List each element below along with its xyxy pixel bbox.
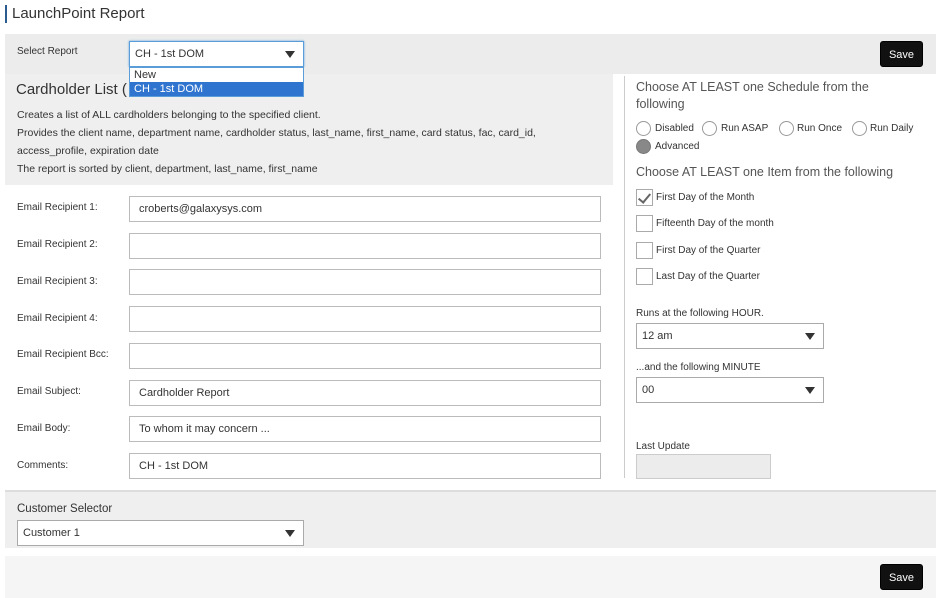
checkbox-first-day-quarter[interactable]	[636, 242, 653, 259]
radio-run-daily[interactable]	[852, 121, 867, 136]
email-recipient-3-input[interactable]	[129, 269, 601, 295]
chevron-down-icon	[805, 333, 815, 340]
email-recipient-1-label: Email Recipient 1:	[17, 202, 98, 213]
radio-advanced-label: Advanced	[655, 141, 700, 152]
radio-run-daily-label: Run Daily	[870, 123, 914, 134]
email-recipient-3-label: Email Recipient 3:	[17, 276, 98, 287]
schedule-heading-line: Choose AT LEAST one Schedule from the	[636, 80, 869, 94]
email-recipient-4-label: Email Recipient 4:	[17, 313, 98, 324]
checkbox-fifteenth-day[interactable]	[636, 215, 653, 232]
email-body-input[interactable]: To whom it may concern ...	[129, 416, 601, 442]
radio-run-once[interactable]	[779, 121, 794, 136]
items-heading: Choose AT LEAST one Item from the follow…	[636, 165, 894, 179]
customer-select[interactable]: Customer 1	[17, 520, 304, 546]
select-report-dropdown[interactable]: CH - 1st DOM	[129, 41, 304, 67]
email-recipient-bcc-input[interactable]	[129, 343, 601, 369]
save-button-top[interactable]: Save	[880, 41, 923, 67]
last-update-field	[636, 454, 771, 479]
chevron-down-icon	[285, 51, 295, 58]
customer-value: Customer 1	[23, 527, 80, 539]
minute-label: ...and the following MINUTE	[636, 362, 761, 373]
report-desc-line: Provides the client name, department nam…	[17, 127, 536, 139]
report-desc-line: Creates a list of ALL cardholders belong…	[17, 109, 321, 121]
schedule-heading-line: following	[636, 97, 685, 111]
footer-bar	[5, 556, 936, 598]
dropdown-option-ch-1st-dom[interactable]: CH - 1st DOM	[130, 82, 303, 96]
checkbox-last-day-quarter-label: Last Day of the Quarter	[656, 271, 760, 282]
last-update-label: Last Update	[636, 441, 690, 452]
select-report-label: Select Report	[17, 46, 78, 57]
minute-value: 00	[642, 384, 655, 396]
checkbox-first-day-month-label: First Day of the Month	[656, 192, 755, 203]
hour-select[interactable]: 12 am	[636, 323, 824, 349]
schedule-heading: Choose AT LEAST one Schedule from the fo…	[636, 79, 869, 113]
email-recipient-2-label: Email Recipient 2:	[17, 239, 98, 250]
chevron-down-icon	[805, 387, 815, 394]
checkbox-first-day-month[interactable]	[636, 189, 653, 206]
minute-select[interactable]: 00	[636, 377, 824, 403]
checkbox-fifteenth-day-label: Fifteenth Day of the month	[656, 218, 774, 229]
email-recipient-1-input[interactable]: croberts@galaxysys.com	[129, 196, 601, 222]
email-recipient-bcc-label: Email Recipient Bcc:	[17, 349, 109, 360]
hour-label: Runs at the following HOUR.	[636, 308, 764, 319]
radio-run-once-label: Run Once	[797, 123, 843, 134]
email-subject-label: Email Subject:	[17, 386, 81, 397]
comments-input[interactable]: CH - 1st DOM	[129, 453, 601, 479]
radio-advanced[interactable]	[636, 139, 651, 154]
email-body-label: Email Body:	[17, 423, 71, 434]
email-subject-input[interactable]: Cardholder Report	[129, 380, 601, 406]
hour-value: 12 am	[642, 330, 673, 342]
select-report-options: New CH - 1st DOM	[129, 67, 304, 97]
save-button-bottom[interactable]: Save	[880, 564, 923, 590]
chevron-down-icon	[285, 530, 295, 537]
report-desc-line: access_profile, expiration date	[17, 145, 159, 157]
email-recipient-4-input[interactable]	[129, 306, 601, 332]
dropdown-option-new[interactable]: New	[130, 68, 303, 82]
checkbox-first-day-quarter-label: First Day of the Quarter	[656, 245, 761, 256]
radio-disabled-label: Disabled	[655, 123, 694, 134]
email-recipient-2-input[interactable]	[129, 233, 601, 259]
radio-run-asap-label: Run ASAP	[721, 123, 769, 134]
customer-selector-label: Customer Selector	[17, 503, 113, 515]
comments-label: Comments:	[17, 460, 69, 471]
select-report-value: CH - 1st DOM	[135, 48, 205, 60]
app-title: LaunchPoint Report	[5, 5, 145, 23]
radio-run-asap[interactable]	[702, 121, 717, 136]
column-divider	[624, 76, 625, 478]
report-desc-line: The report is sorted by client, departme…	[17, 163, 318, 175]
report-title: Cardholder List (	[16, 81, 127, 98]
radio-disabled[interactable]	[636, 121, 651, 136]
checkbox-last-day-quarter[interactable]	[636, 268, 653, 285]
